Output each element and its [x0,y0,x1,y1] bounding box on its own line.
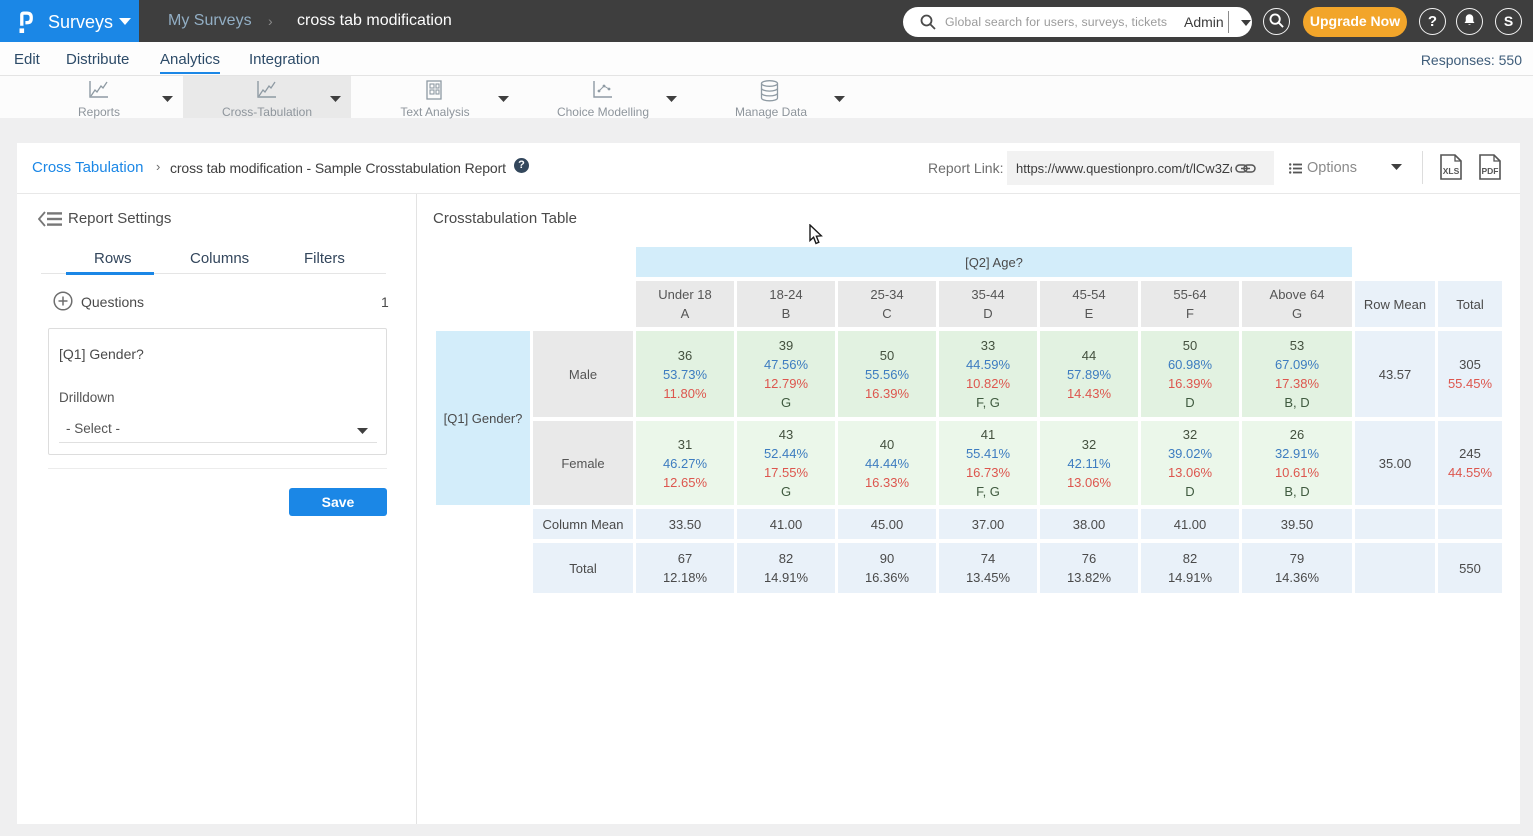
svg-text:XLS: XLS [1443,166,1460,176]
svg-text:PDF: PDF [1482,166,1499,176]
